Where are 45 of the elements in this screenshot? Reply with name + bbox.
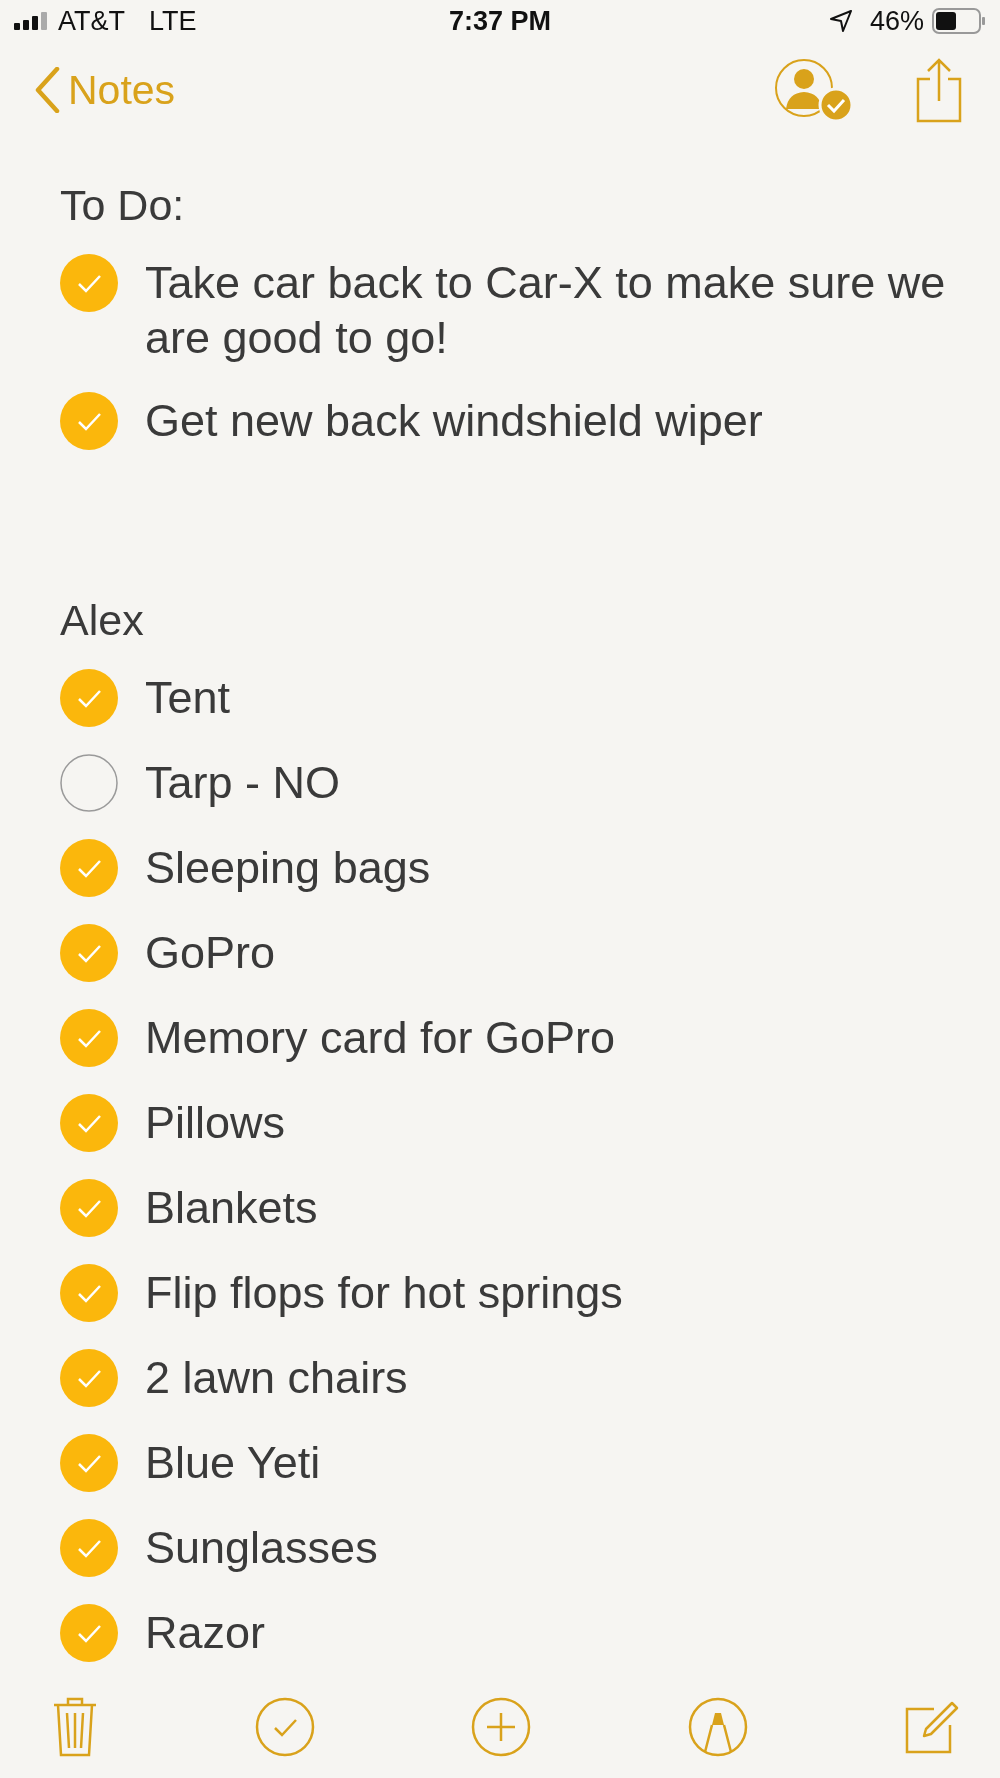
checklist-item-text: Razor <box>145 1606 266 1661</box>
markup-pen-icon[interactable] <box>687 1697 748 1758</box>
checked-circle[interactable] <box>60 1349 118 1408</box>
section-heading: Alex <box>60 595 144 647</box>
carrier-label: AT&T <box>58 5 125 37</box>
checked-circle[interactable] <box>60 1009 118 1068</box>
battery-icon <box>932 8 986 35</box>
checked-circle[interactable] <box>60 1434 118 1493</box>
section-heading: To Do: <box>60 180 185 232</box>
checked-circle[interactable] <box>60 1179 118 1238</box>
checked-circle[interactable] <box>60 669 118 728</box>
checked-circle[interactable] <box>60 1519 118 1578</box>
add-icon[interactable] <box>471 1697 531 1758</box>
trash-icon[interactable] <box>52 1696 98 1759</box>
unchecked-circle[interactable] <box>60 754 118 813</box>
checklist-item-text: Sleeping bags <box>145 841 431 896</box>
checklist-item-text: Sunglasses <box>145 1521 378 1576</box>
status-time: 7:37 PM <box>449 5 552 37</box>
checklist-item-text: Tarp - NO <box>145 756 341 811</box>
checklist-item-text: 2 lawn chairs <box>145 1351 408 1406</box>
checklist-item-text: Get new back windshield wiper <box>145 394 763 449</box>
network-label: LTE <box>149 5 197 37</box>
share-icon[interactable] <box>914 57 964 124</box>
checked-circle[interactable] <box>60 1604 118 1663</box>
checklist-item-text: GoPro <box>145 926 276 981</box>
back-button[interactable]: Notes <box>34 66 176 114</box>
battery-percentage: 46% <box>869 5 924 37</box>
location-arrow-icon <box>829 10 852 33</box>
checked-circle[interactable] <box>60 254 118 313</box>
checklist-item-text: Blue Yeti <box>145 1436 321 1491</box>
checked-circle[interactable] <box>60 1264 118 1323</box>
compose-icon[interactable] <box>904 1699 960 1756</box>
checked-circle[interactable] <box>60 1094 118 1153</box>
checked-circle[interactable] <box>60 924 118 983</box>
checklist-item-text: Tent <box>145 671 231 726</box>
signal-icon <box>14 12 48 31</box>
checklist-item-text: Memory card for GoPro <box>145 1011 616 1066</box>
checked-circle[interactable] <box>60 839 118 898</box>
chevron-left-icon <box>34 67 60 114</box>
checklist-item-text: Blankets <box>145 1181 318 1236</box>
checklist-item-text: Take car back to Car-X to make sure we are good to go! <box>145 256 947 366</box>
checklist-item-text: Pillows <box>145 1096 286 1151</box>
checklist-icon[interactable] <box>254 1697 315 1758</box>
checklist-item-text: Flip flops for hot springs <box>145 1266 623 1321</box>
checked-circle[interactable] <box>60 392 118 451</box>
